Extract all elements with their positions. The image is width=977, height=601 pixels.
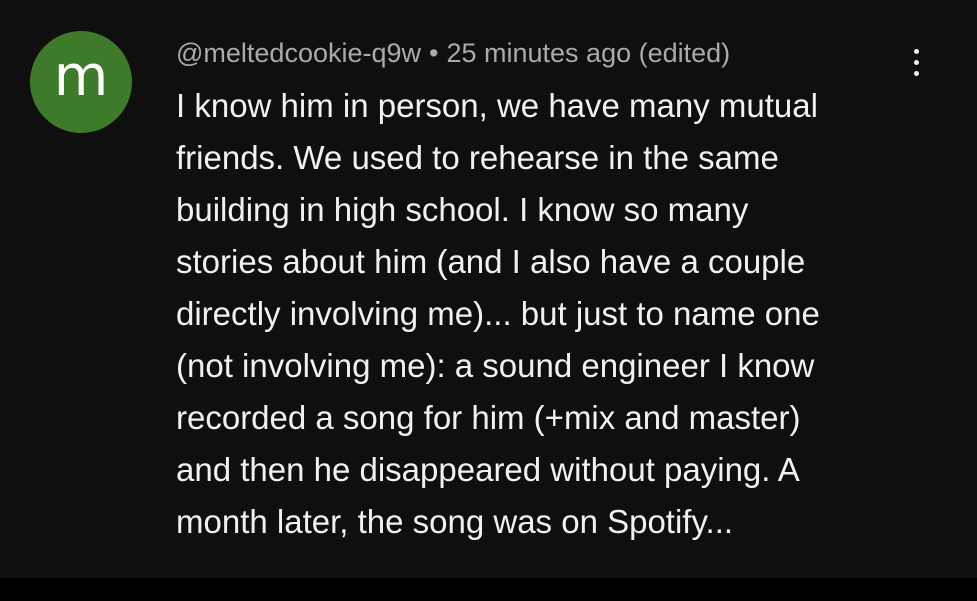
comment-header: @meltedcookie-q9w • 25 minutes ago (edit…: [176, 33, 730, 73]
avatar[interactable]: m: [30, 31, 132, 133]
header-separator: •: [429, 37, 439, 68]
bottom-bar: [0, 578, 977, 601]
comment-line: building in high school. I know so many: [176, 191, 749, 228]
comment-line: and then he disappeared without paying. …: [176, 451, 800, 488]
comment-line: stories about him (and I also have a cou…: [176, 243, 806, 280]
comment-menu-button[interactable]: [896, 40, 936, 84]
author-handle-link[interactable]: @meltedcookie-q9w: [176, 38, 421, 69]
comment-line: friends. We used to rehearse in the same: [176, 139, 779, 176]
comment-line: (not involving me): a sound engineer I k…: [176, 347, 815, 384]
more-vertical-icon: [913, 48, 919, 76]
comment-body: I know him in person, we have many mutua…: [176, 80, 936, 548]
comment-line: month later, the song was on Spotify...: [176, 503, 734, 540]
comment-timestamp: 25 minutes ago (edited): [446, 37, 731, 68]
avatar-letter: m: [53, 44, 109, 109]
comment-line: directly involving me)... but just to na…: [176, 295, 820, 332]
comment-thread: m @meltedcookie-q9w • 25 minutes ago (ed…: [0, 0, 977, 578]
comment-line: recorded a song for him (+mix and master…: [176, 399, 801, 436]
comment-line: I know him in person, we have many mutua…: [176, 87, 818, 124]
